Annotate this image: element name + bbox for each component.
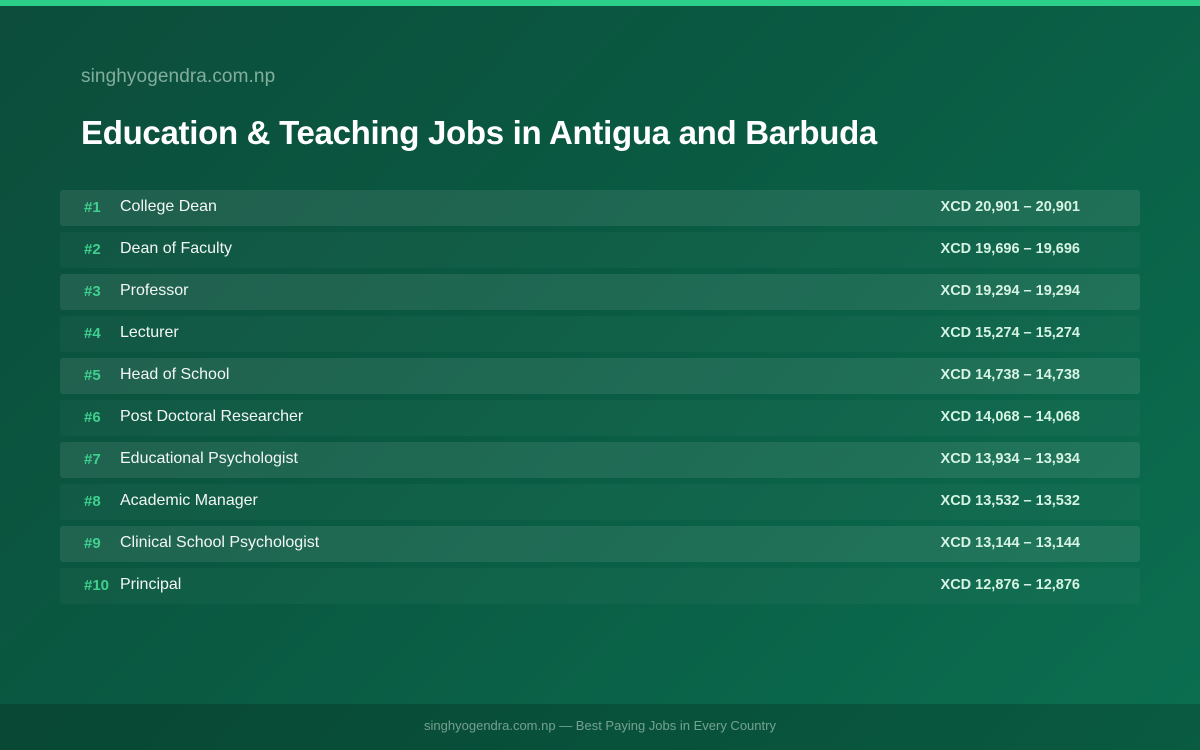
job-row: #6 Post Doctoral Researcher XCD 14,068 –…: [60, 400, 1140, 436]
job-title: Lecturer: [120, 324, 179, 341]
jobs-list: #1 College Dean XCD 20,901 – 20,901 #2 D…: [60, 190, 1140, 610]
job-salary: XCD 14,068 – 14,068: [940, 409, 1080, 425]
job-row: #1 College Dean XCD 20,901 – 20,901: [60, 190, 1140, 226]
job-title: Clinical School Psychologist: [120, 534, 320, 551]
job-row: #4 Lecturer XCD 15,274 – 15,274: [60, 316, 1140, 352]
job-salary: XCD 20,901 – 20,901: [940, 199, 1080, 215]
job-row: #5 Head of School XCD 14,738 – 14,738: [60, 358, 1140, 394]
job-row: #10 Principal XCD 12,876 – 12,876: [60, 568, 1140, 604]
job-rank: #7: [84, 451, 101, 468]
job-row: #7 Educational Psychologist XCD 13,934 –…: [60, 442, 1140, 478]
job-title: College Dean: [120, 198, 217, 215]
job-title: Professor: [120, 282, 189, 299]
footer-bar: singhyogendra.com.np — Best Paying Jobs …: [0, 704, 1200, 750]
job-rank: #6: [84, 409, 101, 426]
job-title: Head of School: [120, 366, 230, 383]
job-title: Dean of Faculty: [120, 240, 233, 257]
page-title: Education & Teaching Jobs in Antigua and…: [81, 114, 877, 151]
job-rank: #10: [84, 577, 110, 594]
job-salary: XCD 19,696 – 19,696: [940, 241, 1080, 257]
job-rank: #1: [84, 199, 101, 216]
job-rank: #9: [84, 535, 101, 552]
job-title: Post Doctoral Researcher: [120, 408, 304, 425]
top-accent-bar: [0, 0, 1200, 6]
job-salary: XCD 12,876 – 12,876: [940, 577, 1080, 593]
footer-text: singhyogendra.com.np — Best Paying Jobs …: [424, 718, 776, 733]
job-rank: #5: [84, 367, 101, 384]
job-rank: #3: [84, 283, 101, 300]
site-name: singhyogendra.com.np: [81, 66, 276, 87]
job-title: Academic Manager: [120, 492, 258, 509]
job-salary: XCD 15,274 – 15,274: [940, 325, 1080, 341]
job-salary: XCD 19,294 – 19,294: [940, 283, 1080, 299]
job-rank: #8: [84, 493, 101, 510]
job-rank: #2: [84, 241, 101, 258]
job-row: #9 Clinical School Psychologist XCD 13,1…: [60, 526, 1140, 562]
job-salary: XCD 13,532 – 13,532: [940, 493, 1080, 509]
job-row: #2 Dean of Faculty XCD 19,696 – 19,696: [60, 232, 1140, 268]
job-salary: XCD 13,144 – 13,144: [940, 535, 1080, 551]
job-title: Principal: [120, 576, 182, 593]
job-salary: XCD 14,738 – 14,738: [940, 367, 1080, 383]
job-rank: #4: [84, 325, 101, 342]
job-salary: XCD 13,934 – 13,934: [940, 451, 1080, 467]
job-row: #8 Academic Manager XCD 13,532 – 13,532: [60, 484, 1140, 520]
job-row: #3 Professor XCD 19,294 – 19,294: [60, 274, 1140, 310]
job-title: Educational Psychologist: [120, 450, 298, 467]
